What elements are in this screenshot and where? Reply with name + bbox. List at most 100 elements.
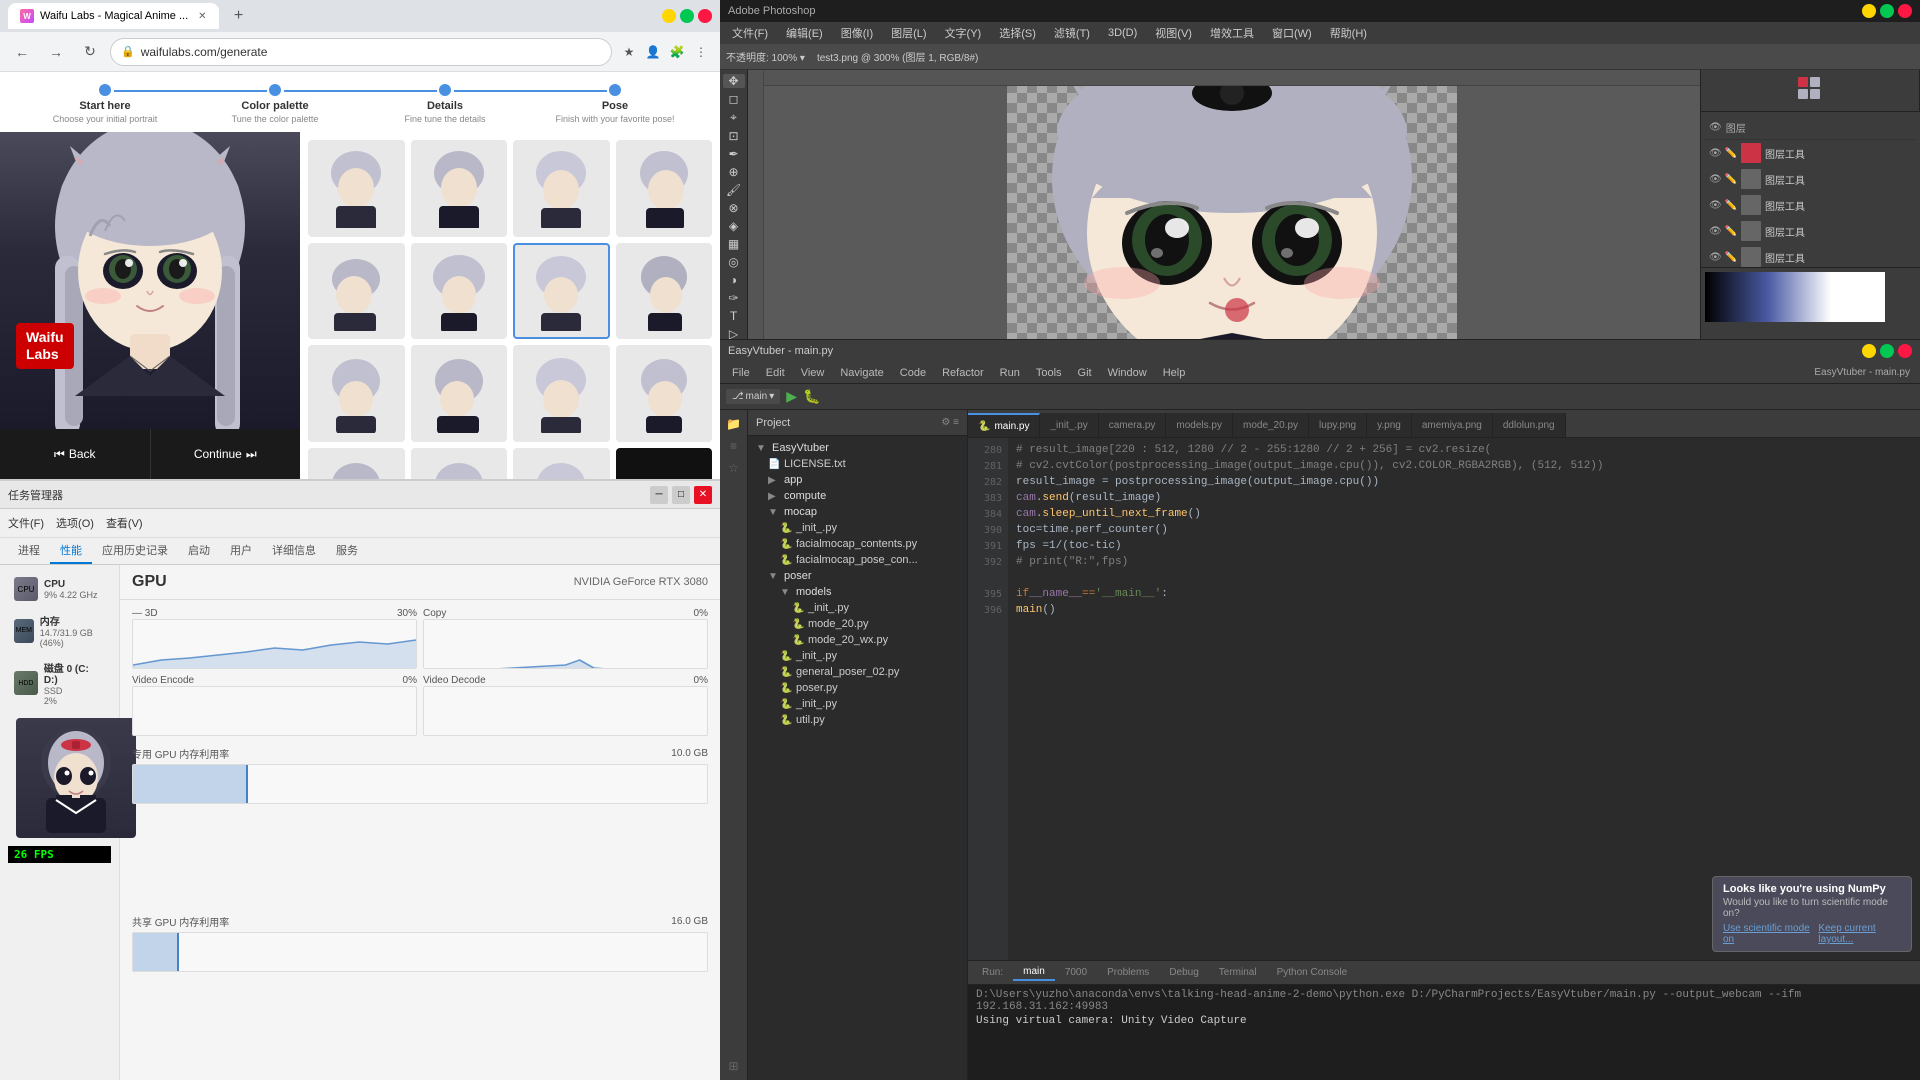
pc-editor[interactable]: 280 281 282 383 384 390 391 392 395 396: [968, 438, 1920, 960]
pen-tool[interactable]: ✑: [723, 291, 745, 305]
tm-close-btn[interactable]: ✕: [694, 486, 712, 504]
ps-menu-image[interactable]: 图像(I): [833, 23, 881, 43]
pc-tab-models[interactable]: models.py: [1166, 413, 1233, 437]
pc-file-util[interactable]: 🐍 util.py: [776, 712, 963, 728]
pc-folder-app[interactable]: ▶ app: [764, 472, 963, 488]
debug-button[interactable]: 🐛: [803, 388, 820, 405]
pc-bottom-tab-problems[interactable]: Problems: [1097, 965, 1159, 980]
address-bar[interactable]: 🔒 waifulabs.com/generate: [110, 38, 612, 66]
pc-tab-y[interactable]: y.png: [1367, 413, 1412, 437]
pc-file-general-poser[interactable]: 🐍 general_poser_02.py: [776, 664, 963, 680]
ps-layer-3[interactable]: 👁 ✏️ 图层工具: [1705, 192, 1916, 218]
pc-run-config-selector[interactable]: ⎇ main ▾: [726, 389, 780, 404]
pc-file-poser[interactable]: 🐍 poser.py: [776, 680, 963, 696]
new-tab-button[interactable]: +: [227, 4, 251, 28]
pc-tab-main[interactable]: 🐍 main.py: [968, 413, 1040, 437]
pc-root-folder[interactable]: ▼ EasyVtuber: [752, 440, 963, 456]
dodge-tool[interactable]: ◑: [723, 273, 745, 287]
pc-tab-mode20[interactable]: mode_20.py: [1233, 413, 1309, 437]
brush-tool[interactable]: 🖌: [723, 183, 745, 197]
tm-maximize-btn[interactable]: □: [672, 486, 690, 504]
pose-item-6[interactable]: [411, 243, 508, 340]
ps-minimize-btn[interactable]: [1862, 4, 1876, 18]
extension-icon[interactable]: 🧩: [666, 41, 688, 63]
pose-item-9[interactable]: [308, 345, 405, 442]
tm-tab-performance[interactable]: 性能: [50, 538, 92, 564]
pose-item-12[interactable]: [616, 345, 713, 442]
pc-menu-git[interactable]: Git: [1070, 365, 1100, 381]
pose-item-15[interactable]: [513, 448, 610, 480]
pose-item-13[interactable]: [308, 448, 405, 480]
ps-menu-help[interactable]: 帮助(H): [1322, 23, 1375, 43]
pose-item-2[interactable]: [411, 140, 508, 237]
tm-sidebar-disk[interactable]: HDD 磁盘 0 (C: D:) SSD 2%: [8, 656, 111, 710]
forward-nav-button[interactable]: →: [42, 38, 70, 66]
back-button[interactable]: ⏮ Back: [0, 429, 151, 479]
tm-tab-processes[interactable]: 进程: [8, 538, 50, 564]
pc-file-mode20wx[interactable]: 🐍 mode_20_wx.py: [788, 632, 963, 648]
pose-item-3[interactable]: [513, 140, 610, 237]
pc-file-init2[interactable]: 🐍 _init_.py: [776, 696, 963, 712]
pose-item-5[interactable]: [308, 243, 405, 340]
pc-bookmark-icon[interactable]: ☆: [724, 458, 744, 478]
tm-tab-startup[interactable]: 启动: [178, 538, 220, 564]
pc-file-init-models[interactable]: 🐍 _init_.py: [788, 600, 963, 616]
tab-close-btn[interactable]: ✕: [198, 11, 206, 22]
numpy-link-2[interactable]: Keep current layout...: [1818, 923, 1901, 945]
tm-tab-history[interactable]: 应用历史记录: [92, 538, 178, 564]
pc-file-mode20[interactable]: 🐍 mode_20.py: [788, 616, 963, 632]
select-tool[interactable]: ◻: [723, 92, 745, 106]
ps-maximize-btn[interactable]: [1880, 4, 1894, 18]
ps-menu-file[interactable]: 文件(F): [724, 23, 776, 43]
maximize-button[interactable]: [680, 9, 694, 23]
ps-menu-layer[interactable]: 图层(L): [883, 23, 934, 43]
pc-file-facialmocap[interactable]: 🐍 facialmocap_contents.py: [776, 536, 963, 552]
continue-button[interactable]: Continue ⏭: [151, 429, 301, 479]
run-button[interactable]: ▶: [786, 388, 797, 405]
ps-canvas-area[interactable]: [764, 86, 1700, 339]
pc-close-btn[interactable]: [1898, 344, 1912, 358]
tm-menu-file[interactable]: 文件(F): [8, 513, 44, 533]
ps-menu-plugins[interactable]: 增效工具: [1202, 23, 1262, 43]
step-details[interactable]: Details Fine tune the details: [360, 84, 530, 124]
pc-project-icon[interactable]: 📁: [724, 414, 744, 434]
close-button[interactable]: [698, 9, 712, 23]
more-menu-icon[interactable]: ⋮: [690, 41, 712, 63]
pc-bottom-tab-terminal[interactable]: Terminal: [1209, 965, 1267, 980]
blur-tool[interactable]: ◎: [723, 255, 745, 269]
pc-menu-file[interactable]: File: [724, 365, 758, 381]
pc-folder-compute[interactable]: ▶ compute: [764, 488, 963, 504]
pc-bottom-tab-debug[interactable]: Debug: [1159, 965, 1208, 980]
tm-tab-details[interactable]: 详细信息: [262, 538, 326, 564]
ps-close-btn[interactable]: [1898, 4, 1912, 18]
back-nav-button[interactable]: ←: [8, 38, 36, 66]
text-tool[interactable]: T: [723, 309, 745, 323]
pc-menu-tools[interactable]: Tools: [1028, 365, 1070, 381]
tm-sidebar-memory[interactable]: MEM 内存 14.7/31.9 GB (46%): [8, 609, 111, 652]
pc-folder-models[interactable]: ▼ models: [776, 584, 963, 600]
pc-tab-camera[interactable]: camera.py: [1099, 413, 1167, 437]
pc-file-init-poser[interactable]: 🐍 _init_.py: [776, 648, 963, 664]
tm-minimize-btn[interactable]: ─: [650, 486, 668, 504]
pc-tab-ddlolun[interactable]: ddlolun.png: [1493, 413, 1566, 437]
pc-file-init-mocap[interactable]: 🐍 _init_.py: [776, 520, 963, 536]
pc-menu-window[interactable]: Window: [1100, 365, 1155, 381]
pc-file-tree[interactable]: ▼ EasyVtuber 📄 LICENSE.txt ▶ app ▶ compu…: [748, 436, 967, 1080]
pc-file-facialmocap-pose[interactable]: 🐍 facialmocap_pose_con...: [776, 552, 963, 568]
crop-tool[interactable]: ⊡: [723, 129, 745, 143]
ps-canvas[interactable]: [1007, 86, 1457, 339]
refresh-button[interactable]: ↻: [76, 38, 104, 66]
ps-thumbnail-tab[interactable]: [1701, 70, 1920, 111]
pc-structure-icon[interactable]: ≡: [724, 436, 744, 456]
pose-item-14[interactable]: [411, 448, 508, 480]
ps-menu-3d[interactable]: 3D(D): [1100, 25, 1145, 41]
lasso-tool[interactable]: ⌖: [723, 110, 745, 125]
pc-menu-run[interactable]: Run: [992, 365, 1028, 381]
tm-tab-services[interactable]: 服务: [326, 538, 368, 564]
numpy-notification[interactable]: Looks like you're using NumPy Would you …: [1712, 876, 1912, 952]
ps-layer-2[interactable]: 👁 ✏️ 图层工具: [1705, 166, 1916, 192]
move-tool[interactable]: ✥: [723, 74, 745, 88]
eraser-tool[interactable]: ◈: [723, 219, 745, 233]
pc-menu-navigate[interactable]: Navigate: [832, 365, 891, 381]
pc-bottom-tab-python-console[interactable]: Python Console: [1267, 965, 1358, 980]
